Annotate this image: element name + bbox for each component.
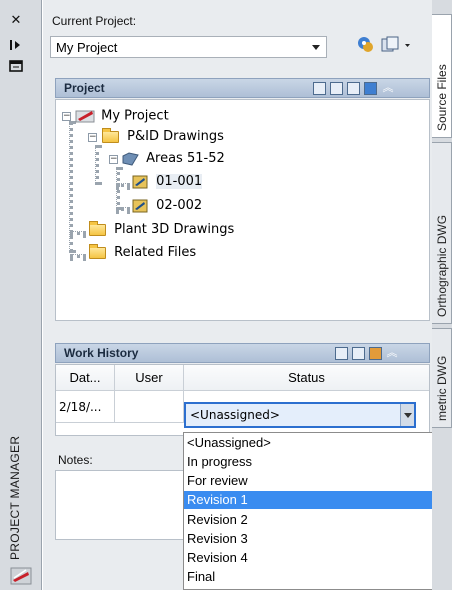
tree-label: Areas 51-52 <box>146 151 225 166</box>
column-header-status[interactable]: Status <box>184 365 429 391</box>
tree-connector <box>95 145 99 185</box>
tree-label: My Project <box>101 108 169 124</box>
folder-icon <box>89 243 106 259</box>
project-section-title: Project <box>64 81 105 95</box>
properties-icon[interactable] <box>8 58 24 74</box>
status-option[interactable]: <Unassigned> <box>184 434 437 452</box>
close-icon[interactable]: ✕ <box>8 13 24 29</box>
plant-logo-icon <box>10 566 32 586</box>
tree-item-project[interactable]: − My Project <box>62 108 169 126</box>
tree-item-plant3d[interactable]: Plant 3D Drawings <box>70 220 235 240</box>
tab-label: metric DWG <box>435 355 449 421</box>
tree-item-pid-drawings[interactable]: − P&ID Drawings <box>88 127 224 147</box>
palette-title: PROJECT MANAGER <box>8 435 22 560</box>
chevron-down-icon <box>312 45 320 50</box>
folder-icon <box>102 127 119 143</box>
area-folder-icon <box>122 151 139 166</box>
status-option[interactable]: Final <box>184 568 437 586</box>
collapse-icon[interactable]: − <box>109 155 118 164</box>
column-header-date[interactable]: Dat... <box>56 365 115 391</box>
collapse-chevron-icon[interactable]: ︽ <box>386 346 398 360</box>
project-icon <box>75 108 97 124</box>
work-history-header[interactable]: Work History ︽ <box>55 343 430 363</box>
status-option[interactable]: In progress <box>184 453 437 471</box>
history-cell-user[interactable] <box>115 391 184 423</box>
palette-title-bar: ✕ PROJECT MANAGER <box>0 0 42 590</box>
collapse-chevron-icon[interactable]: ︽ <box>382 81 394 95</box>
history-date-text: 2/18/... <box>59 400 102 414</box>
auto-hide-icon[interactable] <box>8 37 24 53</box>
status-combo[interactable]: <Unassigned> <box>184 402 416 428</box>
project-setup-icon[interactable] <box>355 34 377 56</box>
status-dropdown-list[interactable]: <Unassigned> In progress For review Revi… <box>183 432 438 590</box>
tree-item-drawing-01-001[interactable]: 01-001 <box>116 174 203 192</box>
palette-tab-strip: Source Files Orthographic DWG metric DWG <box>432 0 452 590</box>
work-history-title: Work History <box>64 346 139 360</box>
tree-item-area[interactable]: − Areas 51-52 <box>109 151 225 169</box>
tab-label: Orthographic DWG <box>435 214 449 317</box>
copy-drawing-icon[interactable] <box>330 82 343 95</box>
collapse-icon[interactable]: − <box>88 133 97 142</box>
new-drawing-icon[interactable] <box>313 82 326 95</box>
current-project-label: Current Project: <box>52 14 137 28</box>
drawing-icon <box>132 199 148 213</box>
status-option[interactable]: Revision 4 <box>184 549 437 567</box>
current-project-combo[interactable]: My Project <box>50 36 327 58</box>
history-status-icon[interactable] <box>369 347 382 360</box>
tab-isometric-dwg[interactable]: metric DWG <box>432 328 452 428</box>
project-actions-button[interactable] <box>379 34 413 56</box>
tree-label: 01-001 <box>156 174 203 189</box>
project-section-header[interactable]: Project ︽ <box>55 78 430 98</box>
project-properties-icon[interactable] <box>347 82 360 95</box>
notes-textarea[interactable] <box>55 470 185 540</box>
tree-label: 02-002 <box>156 198 203 213</box>
status-option[interactable]: For review <box>184 472 437 490</box>
history-view-icon[interactable] <box>335 347 348 360</box>
current-project-value: My Project <box>56 40 118 55</box>
history-zoom-icon[interactable] <box>352 347 365 360</box>
tab-source-files[interactable]: Source Files <box>432 14 452 138</box>
drawing-icon <box>132 175 148 189</box>
chevron-down-icon[interactable] <box>400 404 414 426</box>
refresh-icon[interactable] <box>364 82 377 95</box>
tree-label: Related Files <box>114 245 197 260</box>
status-combo-value: <Unassigned> <box>190 408 280 422</box>
notes-label: Notes: <box>58 453 93 467</box>
folder-icon <box>89 220 106 236</box>
tree-label: Plant 3D Drawings <box>114 222 235 237</box>
column-header-user[interactable]: User <box>115 365 184 391</box>
history-cell-date[interactable]: 2/18/... <box>56 391 115 423</box>
tree-label: P&ID Drawings <box>127 129 224 144</box>
tree-item-related-files[interactable]: Related Files <box>70 243 197 263</box>
tab-label: Source Files <box>435 64 449 131</box>
status-option[interactable]: Revision 2 <box>184 511 437 529</box>
collapse-icon[interactable]: − <box>62 112 71 121</box>
status-option-highlighted[interactable]: Revision 1 <box>184 491 437 509</box>
tab-orthographic-dwg[interactable]: Orthographic DWG <box>432 142 452 324</box>
tree-item-drawing-02-002[interactable]: 02-002 <box>116 198 202 216</box>
project-tree: − My Project − P&ID Drawings − Areas 51-… <box>55 99 430 321</box>
status-option[interactable]: Revision 3 <box>184 530 437 548</box>
